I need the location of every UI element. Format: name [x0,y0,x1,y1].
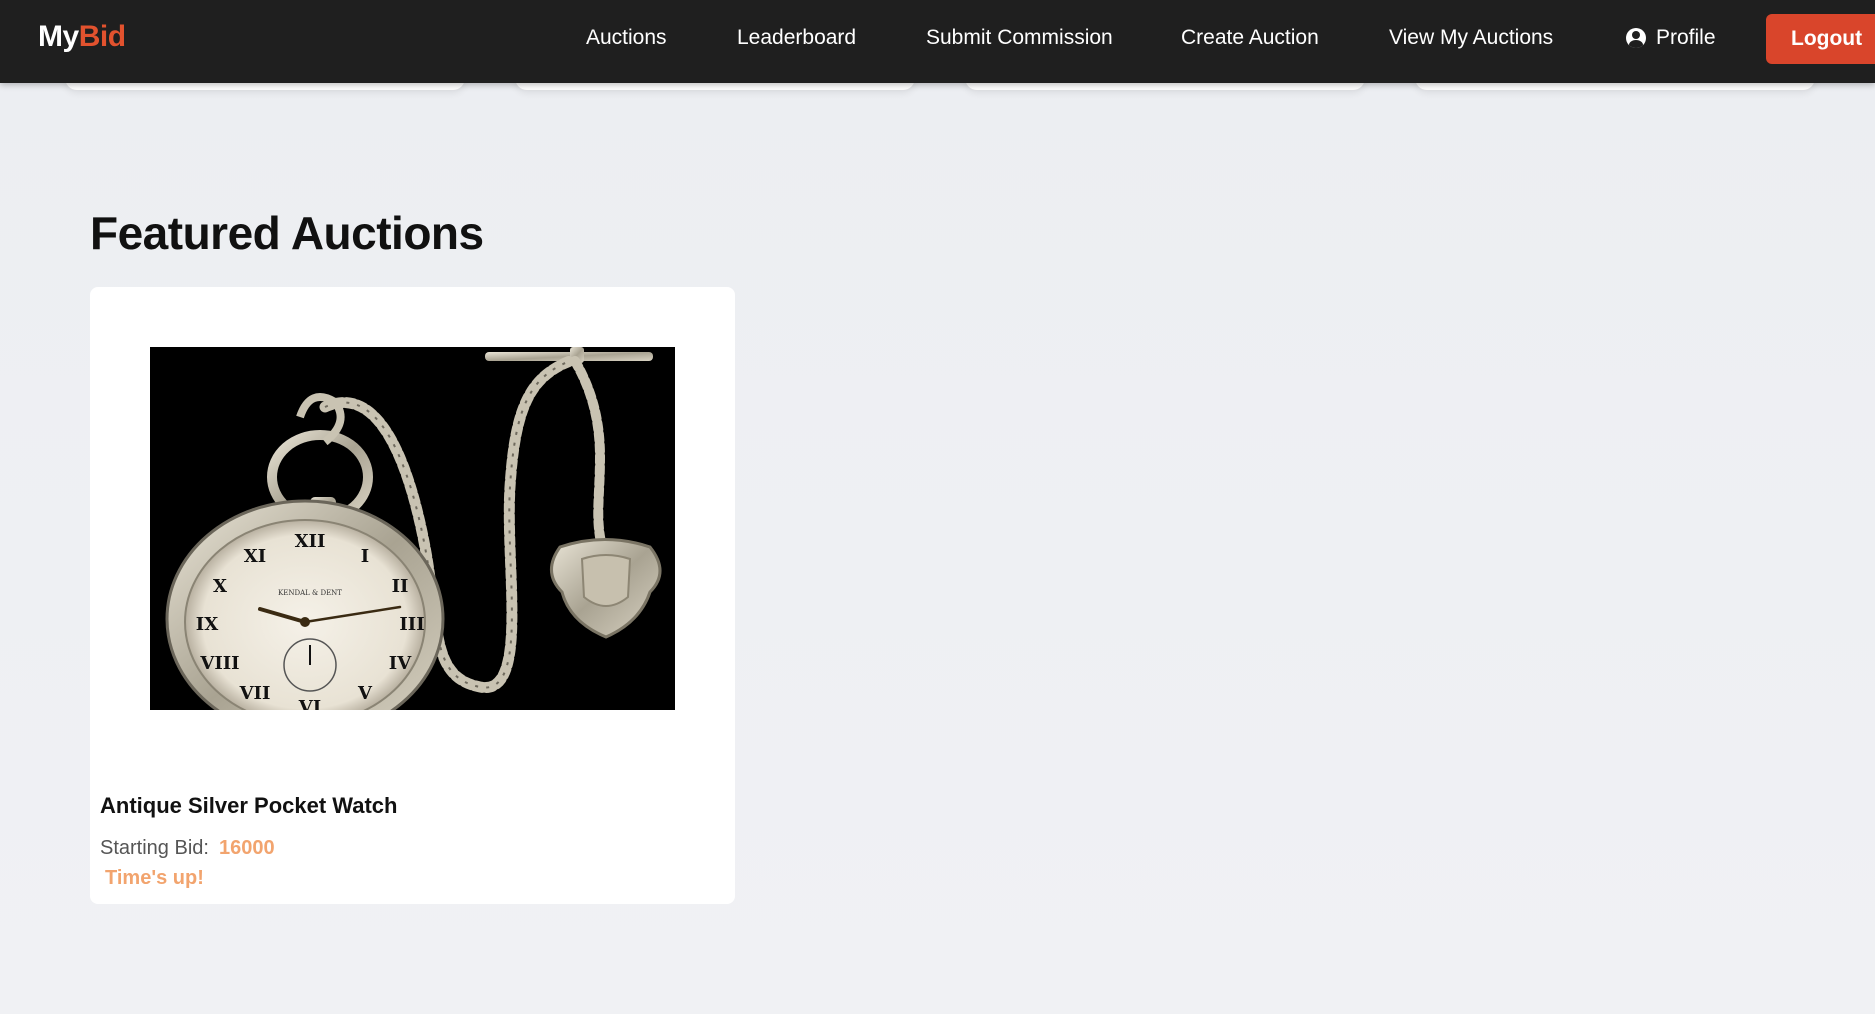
nav-profile-label: Profile [1656,26,1716,49]
svg-text:XII: XII [295,531,326,552]
top-navbar: MyBid Auctions Leaderboard Submit Commis… [0,0,1875,83]
svg-text:IX: IX [196,614,218,635]
svg-text:III: III [399,614,424,635]
nav-create-auction[interactable]: Create Auction [1181,26,1319,50]
nav-view-my-auctions[interactable]: View My Auctions [1389,26,1553,50]
starting-bid-row: Starting Bid: 16000 [100,837,275,860]
starting-bid-value: 16000 [218,837,275,859]
nav-auctions[interactable]: Auctions [586,26,667,50]
user-circle-icon [1626,28,1646,48]
logout-button[interactable]: Logout [1766,14,1875,64]
nav-profile[interactable]: Profile [1626,26,1716,50]
svg-text:X: X [213,576,227,597]
svg-text:II: II [392,576,409,597]
svg-text:IV: IV [389,653,412,674]
auction-card[interactable]: XII I II III IV V VI VII VIII IX X XI KE… [90,287,735,904]
svg-text:VI: VI [298,697,321,710]
starting-bid-label: Starting Bid: [100,837,209,859]
pocket-watch-illustration: XII I II III IV V VI VII VIII IX X XI KE… [150,347,675,710]
nav-submit-commission[interactable]: Submit Commission [926,26,1113,50]
svg-text:KENDAL & DENT: KENDAL & DENT [278,589,342,597]
auction-status: Time's up! [105,867,204,889]
svg-text:VII: VII [239,683,271,704]
svg-text:I: I [361,546,369,567]
auction-title[interactable]: Antique Silver Pocket Watch [100,793,397,819]
pocket-watch-image[interactable]: XII I II III IV V VI VII VIII IX X XI KE… [150,347,675,710]
main-nav: Auctions Leaderboard Submit Commission C… [0,0,1875,83]
svg-text:VIII: VIII [199,653,239,674]
nav-leaderboard[interactable]: Leaderboard [737,26,856,50]
svg-text:V: V [357,683,373,704]
svg-text:XI: XI [244,546,266,567]
featured-auctions-heading: Featured Auctions [90,207,484,259]
